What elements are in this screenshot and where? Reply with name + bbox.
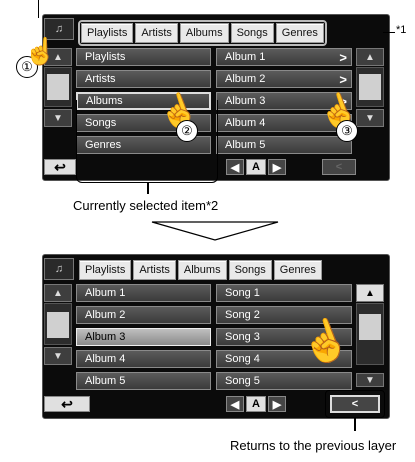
triangle-left-icon: ◀ bbox=[230, 398, 240, 411]
previous-layer-button[interactable]: < bbox=[322, 159, 356, 175]
triangle-left-icon: ◀ bbox=[230, 161, 240, 174]
tab-playlists[interactable]: Playlists bbox=[81, 23, 134, 43]
selected-caption: Currently selected item*2 bbox=[73, 198, 219, 213]
list-item[interactable]: Playlists bbox=[76, 48, 211, 66]
tab-playlists[interactable]: Playlists bbox=[79, 260, 132, 280]
album-label: Album 4 bbox=[225, 117, 266, 129]
next-letter-button[interactable]: ▶ bbox=[268, 396, 286, 412]
album-label: Album 2 bbox=[225, 73, 266, 85]
back-arrow-icon: ↩ bbox=[61, 395, 73, 412]
scroll-down-button[interactable]: ▼ bbox=[356, 373, 384, 387]
chevron-right-icon: > bbox=[339, 71, 347, 87]
tab-artists[interactable]: Artists bbox=[133, 260, 176, 280]
selected-bracket-stem bbox=[147, 182, 149, 194]
album-label: Album 3 bbox=[225, 95, 266, 107]
scroll-thumb[interactable] bbox=[359, 314, 381, 340]
next-letter-button[interactable]: ▶ bbox=[268, 159, 286, 175]
list-item[interactable]: Album 5 bbox=[216, 136, 352, 154]
list-item[interactable]: Album 1 > bbox=[216, 48, 352, 66]
list-item[interactable]: Artists bbox=[76, 70, 211, 88]
hand-pointer-icon: ☝ bbox=[24, 36, 57, 66]
scroll-down-button[interactable]: ▼ bbox=[44, 347, 72, 365]
prev-letter-button[interactable]: ◀ bbox=[226, 159, 244, 175]
scroll-track[interactable] bbox=[356, 303, 384, 365]
scroll-thumb[interactable] bbox=[47, 312, 69, 338]
note1-line bbox=[383, 32, 395, 33]
note1-label: *1 bbox=[396, 24, 407, 36]
scroll-down-button[interactable]: ▼ bbox=[44, 109, 72, 127]
pointer-line-top bbox=[38, 0, 39, 18]
back-button[interactable]: ↩ bbox=[44, 159, 76, 175]
back-arrow-icon: ↩ bbox=[54, 158, 66, 175]
back-button[interactable]: ↩ bbox=[44, 396, 90, 412]
tab-albums[interactable]: Albums bbox=[177, 260, 227, 280]
alpha-search-button[interactable]: A bbox=[246, 159, 266, 175]
list-item[interactable]: Song 1 bbox=[216, 284, 352, 302]
previous-layer-callout-box bbox=[325, 390, 385, 418]
tab-genres[interactable]: Genres bbox=[275, 23, 324, 43]
list-item[interactable]: Album 4 bbox=[76, 350, 211, 368]
list-item[interactable]: Song 5 bbox=[216, 372, 352, 390]
scroll-thumb[interactable] bbox=[359, 74, 381, 100]
list-item[interactable]: Album 5 bbox=[76, 372, 211, 390]
list-item[interactable]: Album 1 bbox=[76, 284, 211, 302]
scroll-track[interactable] bbox=[356, 67, 384, 107]
previous-layer-callout-line bbox=[354, 417, 356, 431]
alpha-search-button[interactable]: A bbox=[246, 396, 266, 412]
scroll-track[interactable] bbox=[44, 303, 72, 345]
chevron-right-icon: > bbox=[339, 49, 347, 65]
list-item-selected[interactable]: Album 3 bbox=[76, 328, 211, 346]
scroll-track[interactable] bbox=[44, 67, 72, 107]
music-category-icon[interactable]: ♫ bbox=[44, 258, 74, 280]
tab-genres[interactable]: Genres bbox=[273, 260, 322, 280]
transition-arrow-icon bbox=[151, 221, 279, 241]
album-label: Album 5 bbox=[225, 139, 266, 151]
previous-layer-caption: Returns to the previous layer bbox=[230, 438, 397, 453]
scroll-up-button[interactable]: ▲ bbox=[356, 284, 384, 302]
category-tabs-bottom: Playlists Artists Albums Songs Genres bbox=[78, 259, 323, 281]
scroll-thumb[interactable] bbox=[47, 74, 69, 100]
album-label: Album 1 bbox=[225, 51, 266, 63]
list-item[interactable]: Album 2 > bbox=[216, 70, 352, 88]
list-item[interactable]: Album 2 bbox=[76, 306, 211, 324]
scroll-up-button[interactable]: ▲ bbox=[44, 284, 72, 302]
chevron-left-icon: < bbox=[335, 161, 343, 173]
triangle-right-icon: ▶ bbox=[272, 161, 282, 174]
category-tabs-top: Playlists Artists Albums Songs Genres bbox=[78, 20, 327, 46]
triangle-right-icon: ▶ bbox=[272, 398, 282, 411]
tab-songs[interactable]: Songs bbox=[230, 23, 274, 43]
step-3-marker: ③ bbox=[336, 120, 358, 142]
tab-albums[interactable]: Albums bbox=[179, 23, 229, 43]
scroll-up-button[interactable]: ▲ bbox=[356, 48, 384, 66]
tab-artists[interactable]: Artists bbox=[135, 23, 178, 43]
selected-bracket bbox=[76, 100, 218, 183]
prev-letter-button[interactable]: ◀ bbox=[226, 396, 244, 412]
tab-songs[interactable]: Songs bbox=[228, 260, 272, 280]
